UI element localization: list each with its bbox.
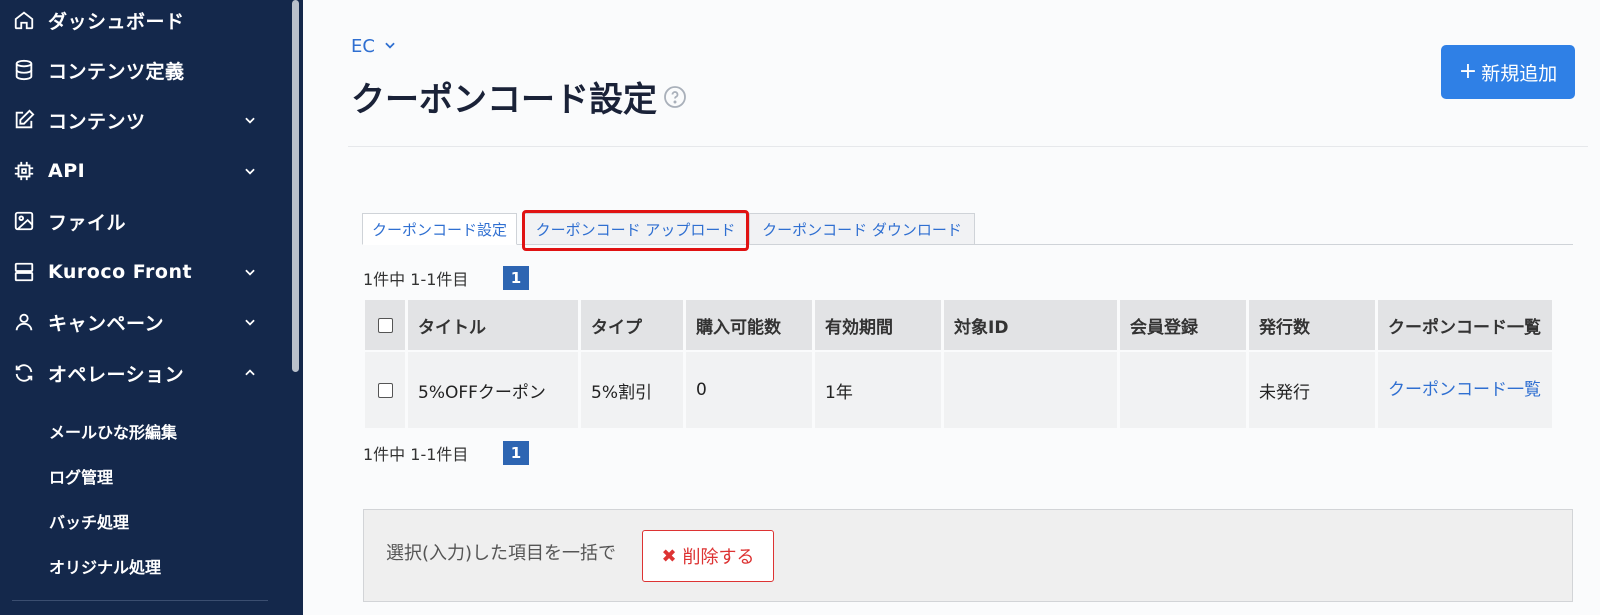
chevron-up-icon — [242, 365, 258, 381]
chevron-down-icon — [242, 314, 258, 330]
add-new-label: 新規追加 — [1481, 62, 1558, 85]
pagination-summary: 1件中 1-1件目 — [363, 270, 469, 289]
sidebar-item-label: ファイル — [48, 211, 127, 234]
table-row: 5%OFFクーポン 5%割引 0 1年 未発行 クーポンコード一覧 — [365, 352, 1552, 428]
header-title[interactable]: タイトル — [408, 300, 578, 350]
pagination-bottom: 1件中 1-1件目 — [363, 441, 468, 465]
chevron-down-icon — [242, 112, 258, 128]
select-all-checkbox[interactable] — [377, 317, 393, 333]
header-coupon-list: クーポンコード一覧 — [1378, 300, 1552, 350]
bulk-action-bar: 選択(入力)した項目を一括で ✖ 削除する — [363, 509, 1573, 602]
home-icon — [12, 8, 36, 32]
sidebar-item-label: キャンペーン — [48, 312, 165, 335]
select-all-cell — [365, 300, 405, 350]
image-icon — [12, 209, 36, 233]
page-number-button[interactable]: 1 — [503, 441, 529, 465]
page-title: クーポンコード設定 — [351, 80, 657, 120]
header-target-id[interactable]: 対象ID — [944, 300, 1117, 350]
pagination-top: 1件中 1-1件目 — [363, 266, 468, 290]
sidebar-scrollbar[interactable] — [292, 0, 299, 372]
refresh-icon — [12, 361, 36, 385]
chevron-down-icon — [242, 264, 258, 280]
breadcrumb-label: EC — [351, 36, 375, 57]
sidebar-item-label: コンテンツ定義 — [48, 60, 185, 83]
header-type[interactable]: タイプ — [581, 300, 683, 350]
sidebar-item-label: コンテンツ — [48, 110, 146, 133]
tab-coupon-download[interactable]: クーポンコード ダウンロード — [749, 213, 975, 245]
sidebar-item-files[interactable]: ファイル — [0, 201, 290, 241]
table-header-row: タイトル タイプ 購入可能数 有効期間 対象ID 会員登録 発行数 クーポンコー… — [365, 300, 1552, 350]
database-icon — [12, 58, 36, 82]
main-content: EC クーポンコード設定 + 新規追加 クーポンコード設定 クーポンコード アッ… — [303, 0, 1600, 615]
sidebar-divider — [12, 600, 268, 601]
sidebar-item-contents[interactable]: コンテンツ — [0, 100, 290, 140]
help-icon[interactable] — [663, 85, 687, 109]
sidebar-item-label: ダッシュボード — [48, 10, 185, 33]
bulk-action-text: 選択(入力)した項目を一括で — [386, 543, 617, 564]
row-type: 5%割引 — [581, 352, 683, 428]
sidebar-item-label: API — [48, 160, 86, 182]
add-new-button[interactable]: + 新規追加 — [1441, 45, 1575, 99]
row-checkbox[interactable] — [377, 382, 393, 398]
row-purchasable: 0 — [686, 352, 812, 428]
row-title-link[interactable]: 5%OFFクーポン — [408, 352, 578, 428]
edit-icon — [12, 108, 36, 132]
delete-button[interactable]: ✖ 削除する — [642, 530, 774, 582]
user-icon — [12, 310, 36, 334]
header-validity[interactable]: 有効期間 — [815, 300, 941, 350]
sidebar-item-dashboard[interactable]: ダッシュボード — [0, 0, 290, 40]
row-target-id — [944, 352, 1117, 428]
close-icon: ✖ — [661, 545, 677, 567]
sidebar-item-label: オペレーション — [48, 363, 185, 386]
coupon-list-link[interactable]: クーポンコード一覧 — [1388, 377, 1548, 404]
row-issued: 未発行 — [1249, 352, 1375, 428]
sidebar-item-api[interactable]: API — [0, 151, 290, 191]
header-divider — [348, 146, 1588, 147]
row-validity: 1年 — [815, 352, 941, 428]
sidebar: ダッシュボード コンテンツ定義 コンテンツ API ファイル Kuroco Fr… — [0, 0, 303, 615]
header-member[interactable]: 会員登録 — [1120, 300, 1246, 350]
server-icon — [12, 260, 36, 284]
plus-icon: + — [1458, 59, 1478, 84]
pagination-summary: 1件中 1-1件目 — [363, 445, 469, 464]
sidebar-subitem-log[interactable]: ログ管理 — [49, 464, 113, 488]
chevron-down-icon — [383, 36, 397, 57]
sidebar-item-campaign[interactable]: キャンペーン — [0, 302, 290, 342]
sidebar-item-content-definition[interactable]: コンテンツ定義 — [0, 50, 290, 90]
row-checkbox-cell — [365, 352, 405, 428]
header-issued[interactable]: 発行数 — [1249, 300, 1375, 350]
sidebar-subitem-batch[interactable]: バッチ処理 — [49, 509, 129, 533]
row-member — [1120, 352, 1246, 428]
breadcrumb[interactable]: EC — [351, 36, 397, 57]
sidebar-subitem-mail-template[interactable]: メールひな形編集 — [49, 419, 177, 443]
sidebar-item-operation[interactable]: オペレーション — [0, 353, 290, 393]
header-purchasable[interactable]: 購入可能数 — [686, 300, 812, 350]
chevron-down-icon — [242, 163, 258, 179]
chip-icon — [12, 159, 36, 183]
sidebar-subitem-original[interactable]: オリジナル処理 — [49, 554, 161, 578]
page-number-button[interactable]: 1 — [503, 266, 529, 290]
tab-coupon-settings[interactable]: クーポンコード設定 — [362, 213, 517, 245]
sidebar-item-label: Kuroco Front — [48, 261, 193, 283]
tab-highlight-box — [522, 210, 749, 251]
sidebar-item-kuroco-front[interactable]: Kuroco Front — [0, 252, 290, 292]
delete-label: 削除する — [682, 547, 755, 568]
row-coupon-list-cell: クーポンコード一覧 — [1378, 352, 1552, 428]
